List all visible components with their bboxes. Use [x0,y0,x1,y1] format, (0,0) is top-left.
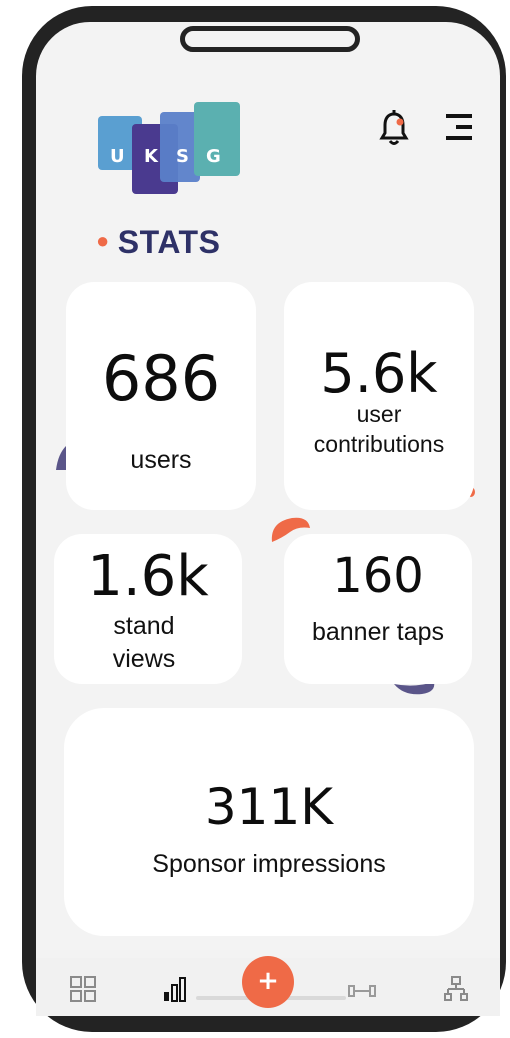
stand-views-value: 1.6k [87,544,209,609]
banner-taps-label: banner taps [311,618,445,646]
uksg-logo: U K S G [98,102,240,194]
add-button[interactable]: + [242,956,294,1008]
sponsor-label: Sponsor impressions [152,850,386,878]
sponsor-value: 311K [204,778,334,836]
logo-letter-g: G [206,146,221,167]
stat-card-stand-views[interactable]: 1.6k stand views [54,534,242,684]
phone-speaker-notch [180,26,360,52]
contributions-label: user contributions [284,400,474,460]
decor-blob-purple-bottom [394,682,435,695]
stat-card-users[interactable]: 686 users [66,282,256,510]
section-title: ● STATS [96,224,220,261]
bar-chart-icon[interactable] [162,976,188,1002]
dumbbell-icon[interactable] [348,984,376,998]
stat-card-contributions[interactable]: 5.6k user contributions [284,282,474,510]
contributions-label-line2: contributions [313,430,445,457]
menu-icon[interactable] [444,112,474,142]
stand-views-label: stand views [54,610,234,675]
contributions-value: 5.6k [320,342,438,405]
users-label: users [130,446,192,474]
section-title-text: STATS [117,224,221,260]
stand-views-label-line2: views [112,644,176,673]
stat-card-sponsor-impressions[interactable]: 311K Sponsor impressions [64,708,474,936]
banner-taps-value: 160 [332,548,424,604]
stat-card-banner-taps[interactable]: 160 banner taps [284,534,472,684]
logo-letter-s: S [176,146,189,167]
bell-icon[interactable] [378,108,410,148]
dashboard-icon[interactable] [70,976,96,1002]
logo-letter-u: U [110,146,125,167]
logo-letter-k: K [144,146,159,167]
sitemap-icon[interactable] [444,976,468,1002]
title-dot: ● [96,228,110,253]
contributions-label-line1: user [356,401,402,427]
users-value: 686 [101,342,221,415]
stand-views-label-line1: stand [113,612,175,640]
